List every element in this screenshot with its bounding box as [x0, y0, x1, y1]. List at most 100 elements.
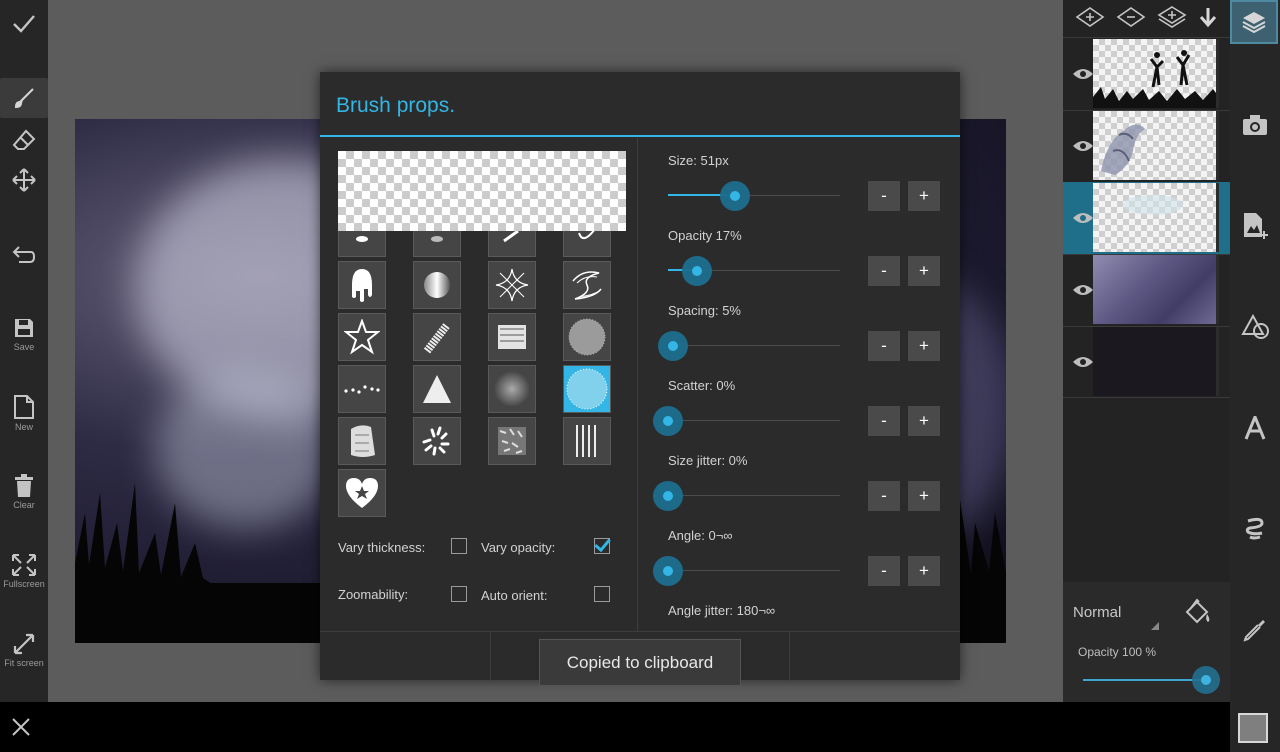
layer-row-selected[interactable] — [1063, 182, 1230, 254]
blend-mode-select[interactable]: Normal — [1073, 604, 1121, 621]
layer-opacity-knob[interactable] — [1192, 666, 1220, 694]
close-button[interactable] — [10, 716, 32, 743]
param-spacing-knob[interactable] — [658, 331, 689, 361]
eraser-tool-button[interactable] — [0, 120, 48, 160]
camera-button[interactable] — [1230, 105, 1280, 145]
left-toolbar: Save New Clear Fullscreen Fit screen — [0, 0, 48, 702]
layer-thumbnail — [1093, 111, 1219, 180]
brush-tool-button[interactable] — [0, 78, 48, 118]
eye-icon — [1073, 285, 1093, 295]
new-label: New — [14, 422, 33, 432]
param-opacity-label: Opacity 17% — [668, 228, 742, 243]
param-size-jitter-knob[interactable] — [653, 481, 683, 511]
toast-message: Copied to clipboard — [539, 639, 741, 686]
layer-thumbnail — [1093, 327, 1219, 396]
layer-thumbnail — [1093, 183, 1219, 252]
add-layer-icon — [1075, 6, 1105, 27]
param-scatter-increase-button[interactable]: + — [908, 406, 940, 436]
eye-icon — [1073, 213, 1093, 223]
fullscreen-label: Fullscreen — [3, 579, 45, 589]
paint-bucket-icon — [1185, 598, 1210, 624]
layer-thumbnail — [1093, 39, 1219, 108]
param-angle-knob[interactable] — [653, 556, 683, 586]
layer-row[interactable] — [1063, 38, 1230, 110]
param-spacing-decrease-button[interactable]: - — [868, 331, 900, 361]
add-layer-button[interactable] — [1075, 6, 1105, 33]
new-file-icon — [14, 395, 34, 419]
bottom-bar — [0, 702, 1280, 752]
param-size-label: Size: 51px — [668, 153, 729, 168]
layer-row[interactable] — [1063, 326, 1230, 398]
import-image-button[interactable] — [1230, 205, 1280, 245]
layer-row[interactable] — [1063, 110, 1230, 182]
fullscreen-icon — [12, 554, 36, 576]
move-tool-button[interactable] — [0, 160, 48, 200]
save-label: Save — [13, 342, 35, 352]
param-angle-decrease-button[interactable]: - — [868, 556, 900, 586]
eyedropper-button[interactable] — [1230, 610, 1280, 650]
param-scatter-track[interactable] — [668, 420, 840, 421]
param-size-decrease-button[interactable]: - — [868, 181, 900, 211]
undo-icon — [12, 246, 36, 263]
param-opacity-knob[interactable] — [682, 256, 713, 286]
checkmark-icon — [13, 15, 35, 33]
param-angle-increase-button[interactable]: + — [908, 556, 940, 586]
merge-layer-button[interactable] — [1157, 5, 1187, 34]
param-spacing-label: Spacing: 5% — [668, 303, 741, 318]
param-size-jitter-increase-button[interactable]: + — [908, 481, 940, 511]
param-spacing-track[interactable] — [668, 345, 840, 346]
layer-row[interactable] — [1063, 254, 1230, 326]
param-spacing-increase-button[interactable]: + — [908, 331, 940, 361]
param-scatter-label: Scatter: 0% — [668, 378, 736, 393]
eraser-icon — [12, 129, 36, 150]
save-button[interactable]: Save — [0, 310, 48, 358]
param-scatter-knob[interactable] — [653, 406, 683, 436]
param-size-increase-button[interactable]: + — [908, 181, 940, 211]
remove-layer-icon — [1116, 6, 1146, 27]
param-size-jitter-decrease-button[interactable]: - — [868, 481, 900, 511]
clear-button[interactable]: Clear — [0, 468, 48, 516]
param-opacity-increase-button[interactable]: + — [908, 256, 940, 286]
undo-button[interactable] — [0, 236, 48, 276]
param-scatter-decrease-button[interactable]: - — [868, 406, 900, 436]
smudge-icon — [1245, 517, 1264, 540]
layer-opacity-label: Opacity 100 % — [1078, 645, 1157, 659]
layer-properties: Normal Opacity 100 % — [1063, 582, 1230, 702]
fit-screen-label: Fit screen — [4, 658, 44, 668]
merge-layer-icon — [1157, 5, 1187, 28]
fullscreen-button[interactable]: Fullscreen — [0, 547, 48, 595]
layers-toggle-button[interactable] — [1230, 0, 1278, 44]
param-size-knob[interactable] — [720, 181, 751, 211]
clear-label: Clear — [13, 500, 35, 510]
shapes-button[interactable] — [1230, 307, 1280, 347]
param-opacity: Opacity 17% - + — [668, 228, 948, 303]
save-icon — [15, 319, 33, 337]
param-angle-jitter-label: Angle jitter: 180¬∞ — [668, 603, 776, 618]
param-angle-track[interactable] — [668, 570, 840, 571]
fit-screen-button[interactable]: Fit screen — [0, 626, 48, 674]
new-button[interactable]: New — [0, 389, 48, 437]
param-size-jitter-label: Size jitter: 0% — [668, 453, 748, 468]
param-opacity-decrease-button[interactable]: - — [868, 256, 900, 286]
confirm-button[interactable] — [0, 0, 48, 48]
text-tool-button[interactable] — [1230, 408, 1280, 448]
eye-icon — [1073, 141, 1093, 151]
current-color-swatch[interactable] — [1238, 713, 1268, 743]
move-layer-down-button[interactable] — [1198, 6, 1218, 33]
param-size: Size: 51px - + — [668, 153, 948, 228]
arrow-down-icon — [1200, 7, 1217, 27]
brush-icon — [14, 88, 34, 109]
camera-icon — [1243, 115, 1267, 135]
trash-icon — [15, 474, 33, 497]
image-file-icon — [1244, 213, 1268, 239]
eye-icon — [1073, 357, 1093, 367]
param-size-jitter-track[interactable] — [668, 495, 840, 496]
brush-params: Size: 51px - + Opacity 17% - + Spacing: … — [320, 72, 960, 631]
smudge-tool-button[interactable] — [1230, 508, 1280, 548]
layer-thumbnail — [1093, 255, 1219, 324]
remove-layer-button[interactable] — [1116, 6, 1146, 33]
layer-divider — [1063, 397, 1230, 398]
paint-bucket-button[interactable] — [1183, 598, 1213, 631]
param-spacing: Spacing: 5% - + — [658, 303, 948, 378]
text-icon — [1244, 416, 1266, 440]
